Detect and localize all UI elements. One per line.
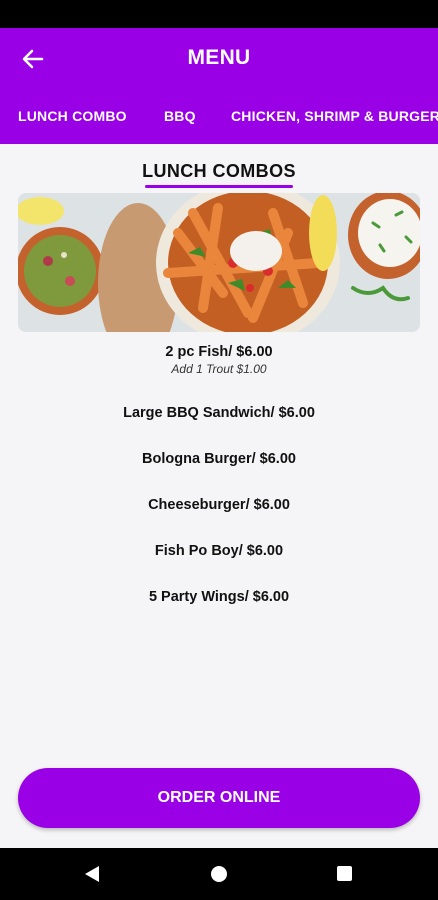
home-circle-icon[interactable] — [211, 866, 227, 882]
tab-lunch-combo[interactable]: LUNCH COMBO — [18, 90, 127, 144]
menu-item: Fish Po Boy/ $6.00 — [154, 543, 284, 559]
system-nav-bar — [0, 848, 438, 900]
menu-item: Cheeseburger/ $6.00 — [148, 497, 290, 513]
status-bar — [0, 0, 438, 28]
back-triangle-icon[interactable] — [84, 865, 100, 883]
section-title-underline — [145, 185, 293, 188]
app-bar: MENU LUNCH COMBO BBQ CHICKEN, SHRIMP & B… — [0, 28, 438, 144]
order-online-button[interactable]: ORDER ONLINE — [18, 768, 420, 828]
page-title: MENU — [187, 46, 251, 69]
section-title: LUNCH COMBOS — [142, 161, 296, 181]
tab-bbq[interactable]: BBQ — [164, 90, 196, 144]
hero-food-image — [18, 193, 420, 332]
recents-square-icon[interactable] — [337, 866, 352, 881]
menu-item: 5 Party Wings/ $6.00 — [148, 589, 290, 605]
tab-bar: LUNCH COMBO BBQ CHICKEN, SHRIMP & BURGER… — [0, 90, 438, 144]
menu-item: Bologna Burger/ $6.00 — [142, 451, 296, 467]
tab-chicken-shrimp-burgers[interactable]: CHICKEN, SHRIMP & BURGERS — [231, 90, 438, 144]
menu-item-note: Add 1 Trout $1.00 — [171, 362, 267, 376]
menu-item: 2 pc Fish/ $6.00 — [165, 344, 273, 360]
menu-item: Large BBQ Sandwich/ $6.00 — [123, 405, 315, 421]
